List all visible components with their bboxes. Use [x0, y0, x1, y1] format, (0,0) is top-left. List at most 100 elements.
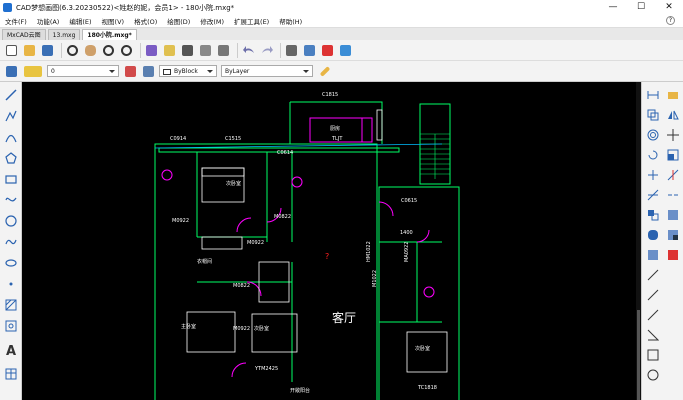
zoom-extents-icon[interactable] — [119, 43, 134, 58]
print-icon[interactable] — [284, 43, 299, 58]
text-icon[interactable]: A — [4, 344, 18, 359]
draw-toolbar: A — [0, 82, 22, 400]
document-tabs: MxCAD云图 13.mxg 180小院.mxg* — [0, 28, 683, 40]
layer-select[interactable]: 0 — [47, 65, 119, 77]
rotate-icon[interactable] — [646, 148, 660, 162]
toolbar-separator — [140, 42, 141, 58]
extend-icon[interactable] — [646, 188, 660, 202]
open-icon[interactable] — [22, 43, 37, 58]
mirror-icon[interactable] — [666, 108, 680, 122]
explode-icon[interactable] — [666, 228, 680, 242]
hatch-icon[interactable] — [4, 298, 18, 312]
minimize-button[interactable]: — — [599, 0, 627, 15]
room-label: 次卧室 — [226, 180, 241, 187]
wave-icon[interactable] — [4, 235, 18, 249]
array-icon[interactable] — [646, 248, 660, 262]
menu-view[interactable]: 视图(V) — [97, 16, 130, 26]
toolbar-separator — [237, 42, 238, 58]
angle-icon[interactable] — [646, 328, 660, 342]
scale-icon[interactable] — [666, 148, 680, 162]
offset-icon[interactable] — [646, 128, 660, 142]
arc-icon[interactable] — [4, 130, 18, 144]
table-icon[interactable] — [4, 367, 18, 381]
group-icon[interactable] — [666, 248, 680, 262]
move-icon[interactable] — [666, 128, 680, 142]
linetype-value: ByLayer — [225, 68, 250, 75]
align-icon[interactable] — [646, 268, 660, 282]
copy-icon[interactable] — [646, 108, 660, 122]
menu-draw[interactable]: 绘图(D) — [162, 16, 195, 26]
fillet-icon[interactable] — [646, 228, 660, 242]
break-icon[interactable] — [666, 188, 680, 202]
radius-icon[interactable] — [646, 368, 660, 382]
measure-icon[interactable] — [646, 288, 660, 302]
toilet-fixture — [161, 169, 173, 181]
block-icon[interactable] — [180, 43, 195, 58]
stretch-icon[interactable] — [646, 168, 660, 182]
menu-edit[interactable]: 编辑(E) — [64, 16, 96, 26]
export-image-icon[interactable] — [338, 43, 353, 58]
join-icon[interactable] — [646, 208, 660, 222]
room-label: 衣帽间 — [197, 258, 212, 265]
kitchen-label: 厨房 — [330, 125, 340, 132]
layer-manager-icon[interactable] — [4, 64, 19, 79]
pan-icon[interactable] — [83, 43, 98, 58]
help-circle-icon[interactable]: ? — [666, 16, 675, 25]
linetype-select[interactable]: ByLayer — [221, 65, 313, 77]
toilet-fixture — [423, 286, 435, 298]
list-icon[interactable] — [216, 43, 231, 58]
zoom-icon[interactable] — [65, 43, 80, 58]
tab-180[interactable]: 180小院.mxg* — [82, 29, 137, 40]
layer-icon[interactable] — [162, 43, 177, 58]
properties-icon[interactable] — [144, 43, 159, 58]
menu-format[interactable]: 格式(O) — [129, 16, 162, 26]
insert-block-icon[interactable] — [4, 319, 18, 333]
color-select[interactable]: ByBlock — [159, 65, 217, 77]
door-label: MA0922 — [404, 242, 410, 262]
make-current-layer-icon[interactable] — [123, 64, 138, 79]
tab-13[interactable]: 13.mxg — [47, 29, 81, 40]
menu-modify[interactable]: 修改(M) — [195, 16, 229, 26]
print-preview-icon[interactable] — [302, 43, 317, 58]
tab-cloud[interactable]: MxCAD云图 — [2, 29, 46, 40]
door-swing — [378, 201, 394, 217]
menu-help[interactable]: 帮助(H) — [274, 16, 307, 26]
door-swing — [231, 362, 247, 378]
wardrobe — [201, 236, 243, 250]
menu-function[interactable]: 功能(A) — [32, 16, 65, 26]
erase-icon[interactable] — [666, 88, 680, 102]
spline-icon[interactable] — [4, 193, 18, 207]
polygon-icon[interactable] — [4, 151, 18, 165]
zoom-window-icon[interactable] — [101, 43, 116, 58]
drawing-canvas[interactable]: 厨房 TLJT C1815 C0914 C1515 C0614 C0615 TC… — [22, 82, 641, 400]
trim-icon[interactable] — [666, 168, 680, 182]
menu-file[interactable]: 文件(F) — [0, 16, 32, 26]
pencil-icon[interactable] — [317, 64, 332, 79]
rectangle-icon[interactable] — [4, 172, 18, 186]
layer-previous-icon[interactable] — [141, 64, 156, 79]
area-icon[interactable] — [646, 348, 660, 362]
circle-icon[interactable] — [4, 214, 18, 228]
layer-state-icon[interactable] — [22, 64, 44, 79]
door-label: M0922 — [172, 218, 189, 224]
close-button[interactable]: ✕ — [655, 0, 683, 15]
pdf-icon[interactable] — [320, 43, 335, 58]
polyline-icon[interactable] — [4, 109, 18, 123]
door-swing — [236, 217, 252, 233]
chamfer-icon[interactable] — [666, 208, 680, 222]
undo-icon[interactable] — [241, 43, 256, 58]
room-label: 主卧室 — [181, 323, 196, 330]
save-icon[interactable] — [40, 43, 55, 58]
color-value: ByBlock — [174, 68, 198, 75]
length-icon[interactable] — [646, 308, 660, 322]
ellipse-icon[interactable] — [4, 256, 18, 270]
menu-extensions[interactable]: 扩展工具(E) — [229, 16, 274, 26]
match-icon[interactable] — [198, 43, 213, 58]
line-icon[interactable] — [4, 88, 18, 102]
redo-icon[interactable] — [259, 43, 274, 58]
scrollbar-thumb[interactable] — [637, 310, 640, 400]
point-icon[interactable] — [4, 277, 18, 291]
dimension-icon[interactable] — [646, 88, 660, 102]
maximize-button[interactable]: ☐ — [627, 0, 655, 15]
new-file-icon[interactable] — [4, 43, 19, 58]
